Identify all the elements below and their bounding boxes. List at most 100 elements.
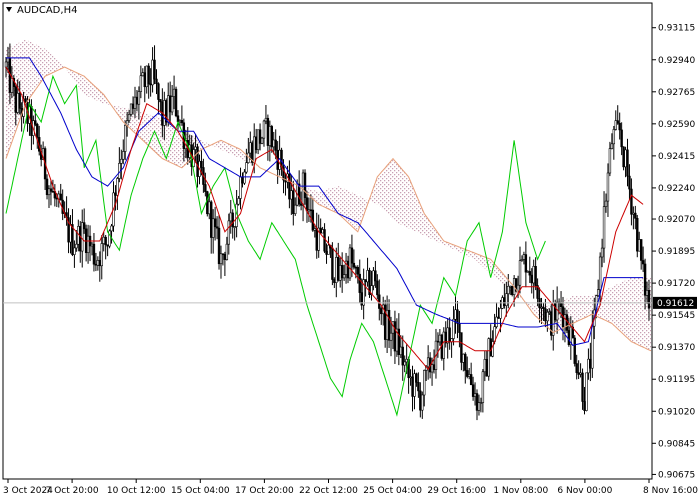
- candle-body: [354, 266, 358, 269]
- candle-body: [110, 225, 113, 232]
- candle-body: [421, 394, 424, 411]
- candle-body: [127, 114, 131, 121]
- candle-body: [415, 373, 418, 383]
- x-axis: 3 Oct 20247 Oct 20:00 10 Oct 12:00 15 Oct …: [3, 479, 698, 496]
- candle-body: [503, 297, 506, 306]
- candle-body: [579, 372, 582, 375]
- candle-body: [206, 191, 209, 215]
- candle-body: [419, 390, 422, 411]
- candle-body: [630, 188, 633, 215]
- candle-body: [530, 274, 533, 284]
- candle-body: [636, 218, 639, 252]
- candle-body: [6, 57, 10, 63]
- y-tick-label: 0.90675: [658, 470, 695, 480]
- x-tick-label: 8 Nov 16:00: [643, 486, 698, 496]
- candle-body: [616, 120, 619, 124]
- candle-body: [149, 83, 152, 86]
- candle-body: [460, 332, 463, 363]
- candle-body: [458, 323, 461, 333]
- candle-body: [604, 200, 608, 207]
- candle-body: [475, 393, 479, 411]
- candle-body: [81, 222, 84, 252]
- candle-body: [399, 346, 402, 355]
- y-axis: 0.93115 0.92940 0.92765 0.92590 0.92415 0.922…: [652, 24, 695, 480]
- candle-body: [45, 178, 49, 196]
- candle-body: [49, 188, 53, 192]
- candle-body: [454, 309, 457, 320]
- candle-body: [294, 204, 297, 215]
- candle-body: [348, 247, 352, 279]
- candle-body: [245, 162, 248, 173]
- candle-body: [397, 328, 401, 355]
- candle-body: [309, 209, 313, 212]
- candle-body: [239, 176, 242, 199]
- candle-body: [548, 311, 551, 313]
- candle-body: [163, 100, 166, 126]
- candle-body: [102, 236, 105, 244]
- candle-body: [534, 265, 537, 286]
- candle-body: [137, 91, 141, 105]
- candle-body: [522, 254, 526, 260]
- candle-body: [552, 302, 555, 336]
- candle-body: [266, 117, 270, 146]
- candle-body: [639, 239, 643, 261]
- candle-body: [299, 203, 303, 206]
- y-tick-label: 0.92765: [658, 88, 695, 98]
- candle-body: [116, 178, 119, 196]
- candle-body: [426, 357, 430, 368]
- candle-body: [264, 117, 268, 122]
- candle-body: [591, 325, 594, 369]
- candle-body: [335, 257, 338, 283]
- candle-body: [489, 338, 492, 357]
- candle-body: [55, 197, 59, 200]
- price-chart[interactable]: 0.93115 0.92940 0.92765 0.92590 0.92415 0.922…: [0, 0, 700, 500]
- candle-body: [333, 279, 336, 283]
- candle-body: [553, 302, 557, 321]
- candle-body: [456, 309, 459, 324]
- symbol-title: AUDCAD,H4: [6, 5, 77, 16]
- candle-body: [442, 331, 445, 359]
- candle-body: [219, 253, 223, 265]
- candle-body: [331, 247, 334, 280]
- candle-body: [602, 206, 606, 249]
- candle-body: [313, 228, 316, 231]
- candle-body: [466, 370, 469, 377]
- candle-body: [153, 59, 156, 80]
- x-tick-label: 7 Oct 20:00: [46, 486, 99, 496]
- candle-body: [509, 285, 512, 288]
- candle-body: [249, 142, 252, 154]
- candle-body: [231, 212, 234, 227]
- candle-body: [172, 88, 176, 97]
- candle-body: [133, 96, 137, 109]
- candle-body: [618, 122, 621, 131]
- candle-body: [364, 279, 367, 283]
- candle-body: [372, 270, 375, 286]
- candle-body: [223, 254, 227, 260]
- candle-body: [131, 103, 135, 109]
- candle-body: [94, 263, 98, 266]
- candle-body: [409, 376, 412, 379]
- candle-body: [587, 358, 590, 374]
- candle-body: [423, 370, 426, 396]
- current-price-label: 0.91612: [657, 299, 694, 309]
- candle-body: [436, 340, 440, 343]
- candle-body: [59, 193, 62, 201]
- candle-body: [100, 243, 103, 267]
- candle-body: [135, 96, 139, 105]
- candle-body: [645, 290, 649, 296]
- candle-body: [82, 222, 86, 230]
- candle-body: [47, 188, 51, 196]
- candle-body: [233, 226, 236, 228]
- candle-body: [194, 146, 197, 150]
- candle-body: [71, 224, 74, 255]
- candle-body: [581, 372, 584, 402]
- candle-body: [634, 212, 637, 219]
- candle-body: [210, 201, 213, 238]
- candle-body: [405, 358, 408, 363]
- candle-body: [141, 72, 145, 77]
- candle-body: [352, 262, 356, 268]
- candle-body: [505, 293, 508, 306]
- candle-body: [438, 334, 442, 343]
- candle-body: [464, 353, 467, 371]
- candle-body: [532, 265, 535, 284]
